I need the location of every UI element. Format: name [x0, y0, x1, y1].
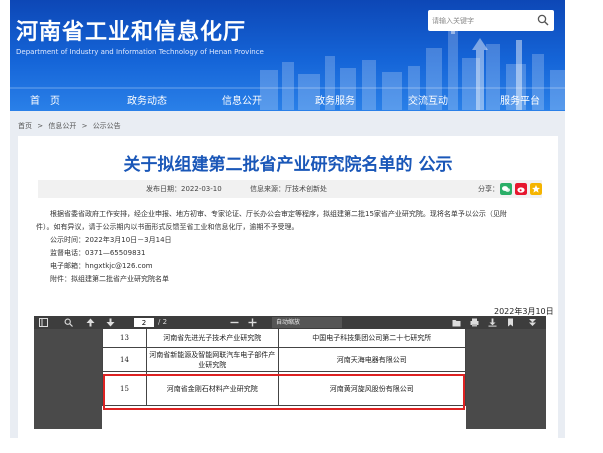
zoom-select[interactable]: 自动缩放: [272, 317, 342, 328]
search-input[interactable]: [432, 13, 528, 28]
breadcrumb-home[interactable]: 首页: [18, 122, 32, 130]
bookmark-icon[interactable]: [506, 318, 515, 327]
breadcrumb-separator: >: [37, 122, 44, 130]
pdf-page: 13 河南省先进光子技术产业研究院 中国电子科技集团公司第二十七研究所 14 河…: [102, 329, 467, 429]
nav-item-home[interactable]: 首 页: [30, 92, 60, 107]
table-row: 13 河南省先进光子技术产业研究院 中国电子科技集团公司第二十七研究所: [102, 329, 467, 348]
nav-item-government-services[interactable]: 政务服务: [315, 92, 355, 107]
qzone-share-icon[interactable]: [530, 183, 542, 195]
row-number: 15: [102, 371, 147, 406]
page-frame: 河南省工业和信息化厅 Department of Industry and In…: [10, 0, 565, 438]
institute-name: 河南省金刚石材料产业研究院: [145, 371, 279, 406]
breadcrumb-info-disclosure[interactable]: 信息公开: [48, 122, 76, 130]
row-number: 14: [102, 347, 147, 372]
previous-page-icon[interactable]: [86, 318, 95, 327]
nav-item-info-disclosure[interactable]: 信息公开: [222, 92, 262, 107]
site-header: 河南省工业和信息化厅 Department of Industry and In…: [10, 0, 565, 111]
wechat-share-icon[interactable]: [500, 183, 512, 195]
institute-name: 河南省新能源及智能网联汽车电子部件产业研究院: [145, 347, 279, 372]
print-icon[interactable]: [470, 318, 479, 327]
article-title: 关于拟组建第二批省产业研究院名单的 公示: [123, 155, 453, 175]
breadcrumb-announcements[interactable]: 公示公告: [93, 122, 121, 130]
article-panel: 关于拟组建第二批省产业研究院名单的 公示 发布日期：2022-03-10 信息来…: [18, 136, 558, 438]
publish-date: 发布日期：2022-03-10: [146, 185, 222, 193]
table-row: 15 河南省金刚石材料产业研究院 河南黄河旋风股份有限公司: [102, 371, 467, 406]
institute-name: 河南省先进光子技术产业研究院: [145, 329, 279, 348]
attachment-link[interactable]: 附件：拟组建第二批省产业研究院名单: [36, 273, 546, 286]
zoom-in-icon[interactable]: [248, 318, 257, 327]
institute-table: 13 河南省先进光子技术产业研究院 中国电子科技集团公司第二十七研究所 14 河…: [102, 329, 467, 406]
pdf-toolbar: / 2 自动缩放: [34, 316, 546, 329]
search-box: [428, 10, 554, 31]
page-total: / 2: [158, 318, 168, 326]
company-name: 河南黄河旋风股份有限公司: [277, 371, 467, 406]
main-nav: 首 页 政务动态 信息公开 政务服务 交流互动 服务平台: [10, 89, 565, 109]
article-meta-bar: 发布日期：2022-03-10 信息来源：厅技术创新处 分享：: [38, 180, 542, 198]
open-file-icon[interactable]: [452, 318, 461, 327]
notice-period: 公示时间：2022年3月10日－3月14日: [50, 236, 172, 244]
breadcrumb: 首页 > 信息公开 > 公示公告: [18, 121, 124, 131]
info-source: 信息来源：厅技术创新处: [250, 185, 327, 193]
row-number: 13: [102, 329, 147, 348]
site-subtitle: Department of Industry and Information T…: [16, 48, 264, 56]
zoom-out-icon[interactable]: [230, 318, 239, 327]
table-row: 14 河南省新能源及智能网联汽车电子部件产业研究院 河南天海电器有限公司: [102, 347, 467, 372]
page-number-input[interactable]: [134, 318, 154, 327]
company-name: 中国电子科技集团公司第二十七研究所: [277, 329, 467, 348]
supervision-phone: 监督电话：0371—65509831: [50, 249, 146, 257]
weibo-share-icon[interactable]: [515, 183, 527, 195]
share-label: 分享：: [478, 185, 499, 193]
article-body: 根据省委省政府工作安排，经企业申报、地方初审、专家论证、厅长办公会审定等程序，拟…: [36, 208, 546, 286]
nav-item-service-platform[interactable]: 服务平台: [500, 92, 540, 107]
more-tools-icon[interactable]: [528, 318, 537, 327]
body-paragraph: 件）。如有异议，请于公示期内以书面形式反馈至省工业和信息化厅，逾期不予受理。: [36, 223, 299, 231]
breadcrumb-separator: >: [81, 122, 88, 130]
nav-item-interaction[interactable]: 交流互动: [408, 92, 448, 107]
next-page-icon[interactable]: [106, 318, 115, 327]
search-icon[interactable]: [537, 14, 549, 26]
body-paragraph: 根据省委省政府工作安排，经企业申报、地方初审、专家论证、厅长办公会审定等程序，拟…: [50, 210, 507, 218]
nav-item-government-news[interactable]: 政务动态: [127, 92, 167, 107]
pdf-viewer[interactable]: 13 河南省先进光子技术产业研究院 中国电子科技集团公司第二十七研究所 14 河…: [34, 329, 546, 429]
company-name: 河南天海电器有限公司: [277, 347, 467, 372]
download-icon[interactable]: [488, 318, 497, 327]
contact-email: 电子邮箱：hngxtkjc@126.com: [50, 262, 153, 270]
sidebar-toggle-icon[interactable]: [39, 318, 48, 327]
site-title: 河南省工业和信息化厅: [16, 20, 247, 45]
search-icon[interactable]: [64, 318, 73, 327]
